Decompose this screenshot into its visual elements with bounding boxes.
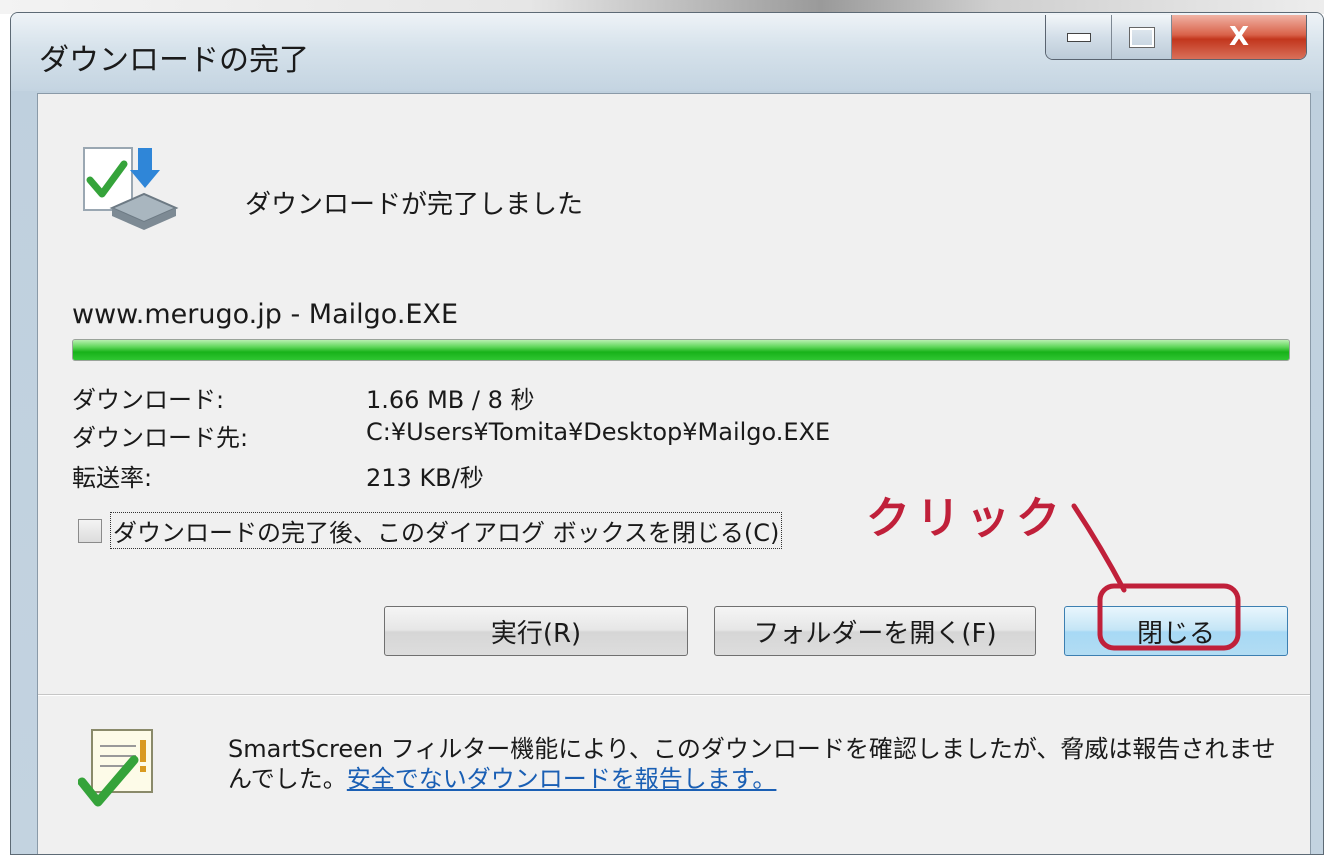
close-button[interactable]: 閉じる (1064, 606, 1288, 656)
window-title: ダウンロードの完了 (39, 43, 309, 78)
destination-label: ダウンロード先: (72, 424, 249, 452)
transfer-rate-value: 213 KB/秒 (366, 464, 484, 492)
click-annotation: クリック (866, 493, 1066, 544)
download-complete-icon (83, 147, 179, 230)
maximize-button[interactable] (1112, 15, 1172, 59)
smartscreen-message: SmartScreen フィルター機能により、このダウンロードを確認しましたが、… (228, 734, 1288, 794)
downloaded-value: 1.66 MB / 8 秒 (366, 386, 535, 414)
close-icon: X (1228, 22, 1250, 52)
download-progress-bar (72, 339, 1290, 361)
close-on-complete-label[interactable]: ダウンロードの完了後、このダイアログ ボックスを閉じる(C) (110, 512, 783, 549)
open-folder-button[interactable]: フォルダーを開く(F) (714, 606, 1036, 656)
minimize-icon (1066, 32, 1091, 42)
window-controls: X (1045, 15, 1307, 60)
transfer-rate-label: 転送率: (72, 464, 153, 492)
maximize-icon (1128, 26, 1155, 48)
smartscreen-check-icon (78, 729, 153, 807)
dialog-body: ダウンロードが完了しました www.merugo.jp - Mailgo.EXE… (37, 93, 1311, 854)
report-unsafe-download-link[interactable]: 安全でないダウンロードを報告します。 (347, 765, 777, 793)
title-bar[interactable]: ダウンロードの完了 X (11, 13, 1323, 91)
progress-fill (73, 340, 1289, 360)
close-window-button[interactable]: X (1172, 15, 1306, 59)
downloaded-label: ダウンロード: (72, 386, 225, 414)
download-complete-message: ダウンロードが完了しました (245, 190, 584, 220)
close-on-complete-checkbox[interactable] (78, 518, 102, 543)
download-complete-dialog: ダウンロードの完了 X ダウンロードが完了しました www.merugo.jp … (10, 12, 1324, 855)
close-on-complete-option[interactable]: ダウンロードの完了後、このダイアログ ボックスを閉じる(C) (78, 512, 783, 549)
destination-value: C:¥Users¥Tomita¥Desktop¥Mailgo.EXE (366, 418, 831, 446)
minimize-button[interactable] (1046, 15, 1112, 59)
run-button[interactable]: 実行(R) (384, 606, 688, 656)
file-name-label: www.merugo.jp - Mailgo.EXE (72, 299, 459, 330)
footer-separator (38, 694, 1310, 696)
